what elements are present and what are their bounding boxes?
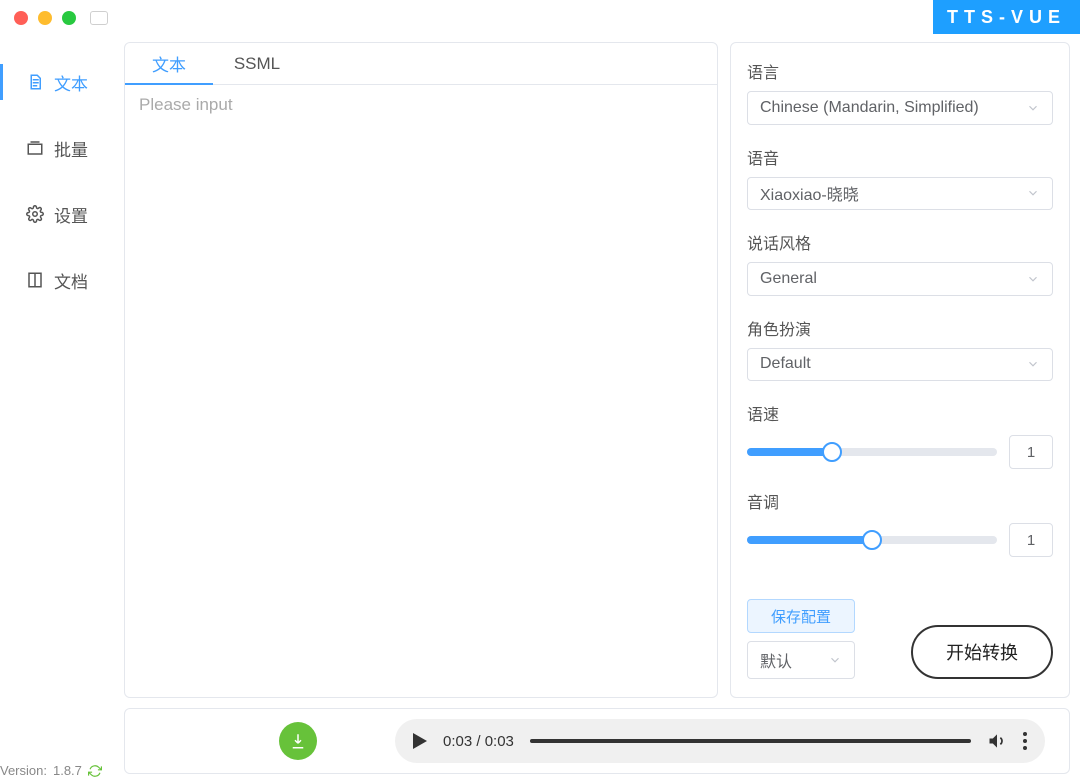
window-minimize[interactable] bbox=[38, 11, 52, 25]
slider-thumb[interactable] bbox=[862, 530, 882, 550]
language-label: 语言 bbox=[747, 59, 1053, 83]
window-zoom[interactable] bbox=[62, 11, 76, 25]
download-icon bbox=[289, 732, 307, 750]
seek-bar[interactable] bbox=[530, 739, 971, 743]
app-brand: TTS-VUE bbox=[933, 0, 1080, 34]
chevron-down-icon bbox=[1026, 357, 1040, 371]
book-icon bbox=[26, 271, 44, 289]
sidebar-item-docs[interactable]: 文档 bbox=[0, 254, 112, 306]
pitch-label: 音调 bbox=[747, 489, 1053, 513]
sidebar: 文本 批量 设置 文档 Version:1.8.7 bbox=[0, 42, 112, 780]
style-label: 说话风格 bbox=[747, 230, 1053, 254]
sidebar-label: 设置 bbox=[54, 202, 88, 227]
document-icon bbox=[26, 73, 44, 91]
convert-button[interactable]: 开始转换 bbox=[911, 625, 1053, 679]
play-button[interactable] bbox=[413, 733, 427, 749]
window-icon bbox=[90, 11, 108, 25]
tab-ssml[interactable]: SSML bbox=[213, 43, 301, 84]
role-label: 角色扮演 bbox=[747, 316, 1053, 340]
sidebar-label: 文档 bbox=[54, 268, 88, 293]
chevron-down-icon bbox=[1026, 101, 1040, 115]
text-input[interactable]: Please input bbox=[125, 85, 717, 697]
timecode: 0:03 / 0:03 bbox=[443, 733, 514, 750]
player-bar: 0:03 / 0:03 bbox=[124, 708, 1070, 774]
save-config-button[interactable]: 保存配置 bbox=[747, 599, 855, 633]
volume-icon[interactable] bbox=[987, 731, 1007, 751]
sidebar-item-text[interactable]: 文本 bbox=[0, 56, 112, 108]
speed-label: 语速 bbox=[747, 401, 1053, 425]
version-label: Version:1.8.7 bbox=[0, 763, 102, 778]
role-select[interactable]: Default bbox=[747, 348, 1053, 382]
sidebar-item-batch[interactable]: 批量 bbox=[0, 122, 112, 174]
chevron-down-icon bbox=[1026, 186, 1040, 200]
sidebar-label: 文本 bbox=[54, 70, 88, 95]
slider-thumb[interactable] bbox=[822, 442, 842, 462]
chevron-down-icon bbox=[1026, 272, 1040, 286]
more-menu[interactable] bbox=[1023, 732, 1027, 750]
voice-select[interactable]: Xiaoxiao-晓晓 bbox=[747, 177, 1053, 211]
editor-pane: 文本 SSML Please input bbox=[124, 42, 718, 698]
tab-text[interactable]: 文本 bbox=[125, 43, 213, 85]
pitch-slider[interactable] bbox=[747, 536, 997, 544]
placeholder-text: Please input bbox=[139, 95, 233, 114]
download-button[interactable] bbox=[279, 722, 317, 760]
language-select[interactable]: Chinese (Mandarin, Simplified) bbox=[747, 91, 1053, 125]
sidebar-label: 批量 bbox=[54, 136, 88, 161]
preset-select[interactable]: 默认 bbox=[747, 641, 855, 679]
chevron-down-icon bbox=[828, 653, 842, 667]
pitch-value[interactable]: 1 bbox=[1009, 523, 1053, 557]
config-panel: 语言 Chinese (Mandarin, Simplified) 语音 Xia… bbox=[730, 42, 1070, 698]
refresh-icon[interactable] bbox=[88, 764, 102, 778]
speed-slider[interactable] bbox=[747, 448, 997, 456]
sidebar-item-settings[interactable]: 设置 bbox=[0, 188, 112, 240]
audio-player: 0:03 / 0:03 bbox=[395, 719, 1045, 763]
window-close[interactable] bbox=[14, 11, 28, 25]
voice-label: 语音 bbox=[747, 145, 1053, 169]
style-select[interactable]: General bbox=[747, 262, 1053, 296]
gear-icon bbox=[26, 205, 44, 223]
speed-value[interactable]: 1 bbox=[1009, 435, 1053, 469]
batch-icon bbox=[26, 139, 44, 157]
